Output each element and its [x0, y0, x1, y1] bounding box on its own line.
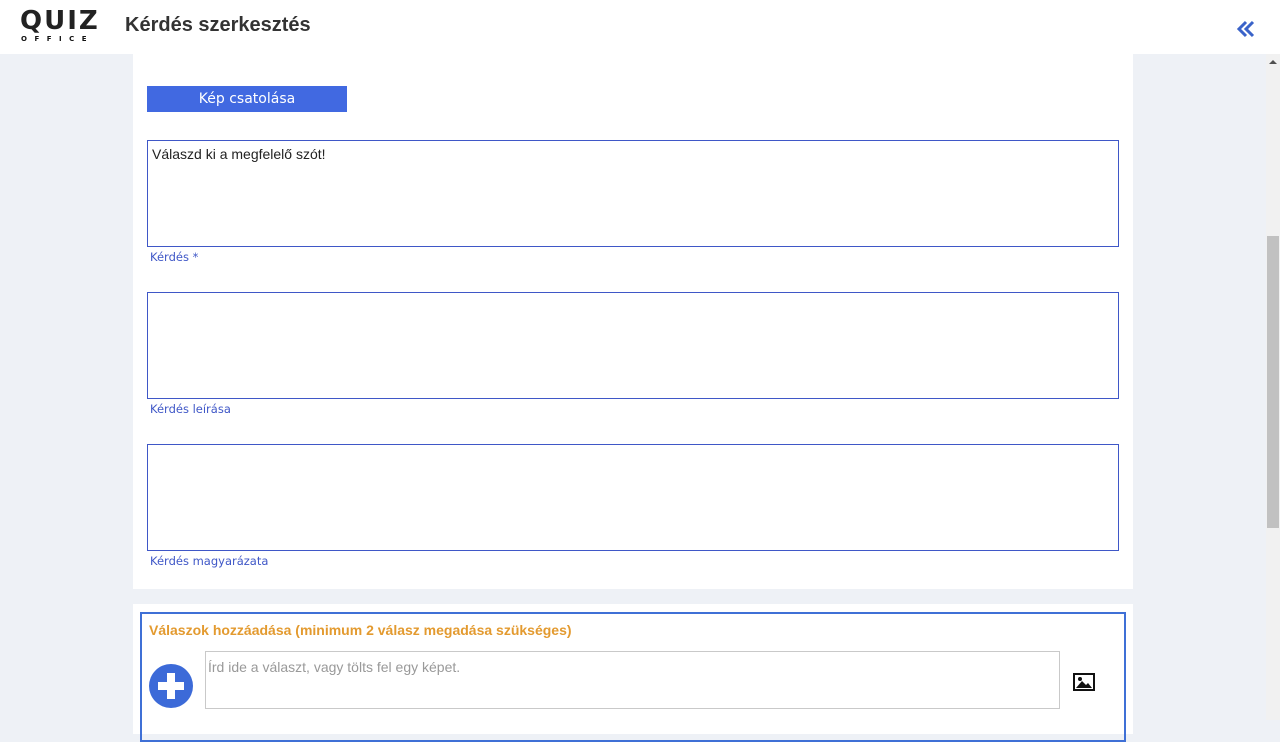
scrollbar-thumb[interactable] [1267, 236, 1279, 528]
answer-input[interactable]: Írd ide a választ, vagy tölts fel egy ké… [205, 651, 1060, 709]
top-bar: QUIZ OFFICE Kérdés szerkesztés [0, 0, 1280, 54]
description-field[interactable] [147, 292, 1119, 399]
quiz-office-logo[interactable]: QUIZ OFFICE [20, 8, 102, 44]
image-icon[interactable] [1073, 673, 1095, 691]
plus-circle-icon[interactable] [149, 664, 193, 708]
answers-title: Válaszok hozzáadása (minimum 2 válasz me… [149, 622, 572, 638]
question-field[interactable]: Válaszd ki a megfelelő szót! [147, 140, 1119, 247]
logo-sub-text: OFFICE [21, 35, 95, 43]
logo-main-text: QUIZ [20, 6, 100, 36]
collapse-svg [1236, 20, 1255, 38]
scroll-up-arrow-icon[interactable] [1266, 54, 1280, 71]
question-field-label: Kérdés * [150, 250, 199, 264]
answers-section: Válaszok hozzáadása (minimum 2 válasz me… [133, 604, 1133, 742]
double-chevron-left-icon[interactable] [1235, 18, 1257, 40]
question-form-panel: Kép csatolása Válaszd ki a megfelelő szó… [133, 54, 1133, 589]
scroll-up-svg [1269, 60, 1277, 64]
answers-box: Válaszok hozzáadása (minimum 2 válasz me… [140, 612, 1126, 742]
explanation-field[interactable] [147, 444, 1119, 551]
explanation-field-label: Kérdés magyarázata [150, 554, 269, 568]
page-title: Kérdés szerkesztés [125, 14, 311, 36]
image-svg [1073, 673, 1095, 691]
vertical-scrollbar[interactable] [1266, 54, 1280, 720]
plus-vertical-bar [167, 673, 175, 699]
attach-image-button[interactable]: Kép csatolása [147, 86, 347, 112]
description-field-label: Kérdés leírása [150, 402, 231, 416]
